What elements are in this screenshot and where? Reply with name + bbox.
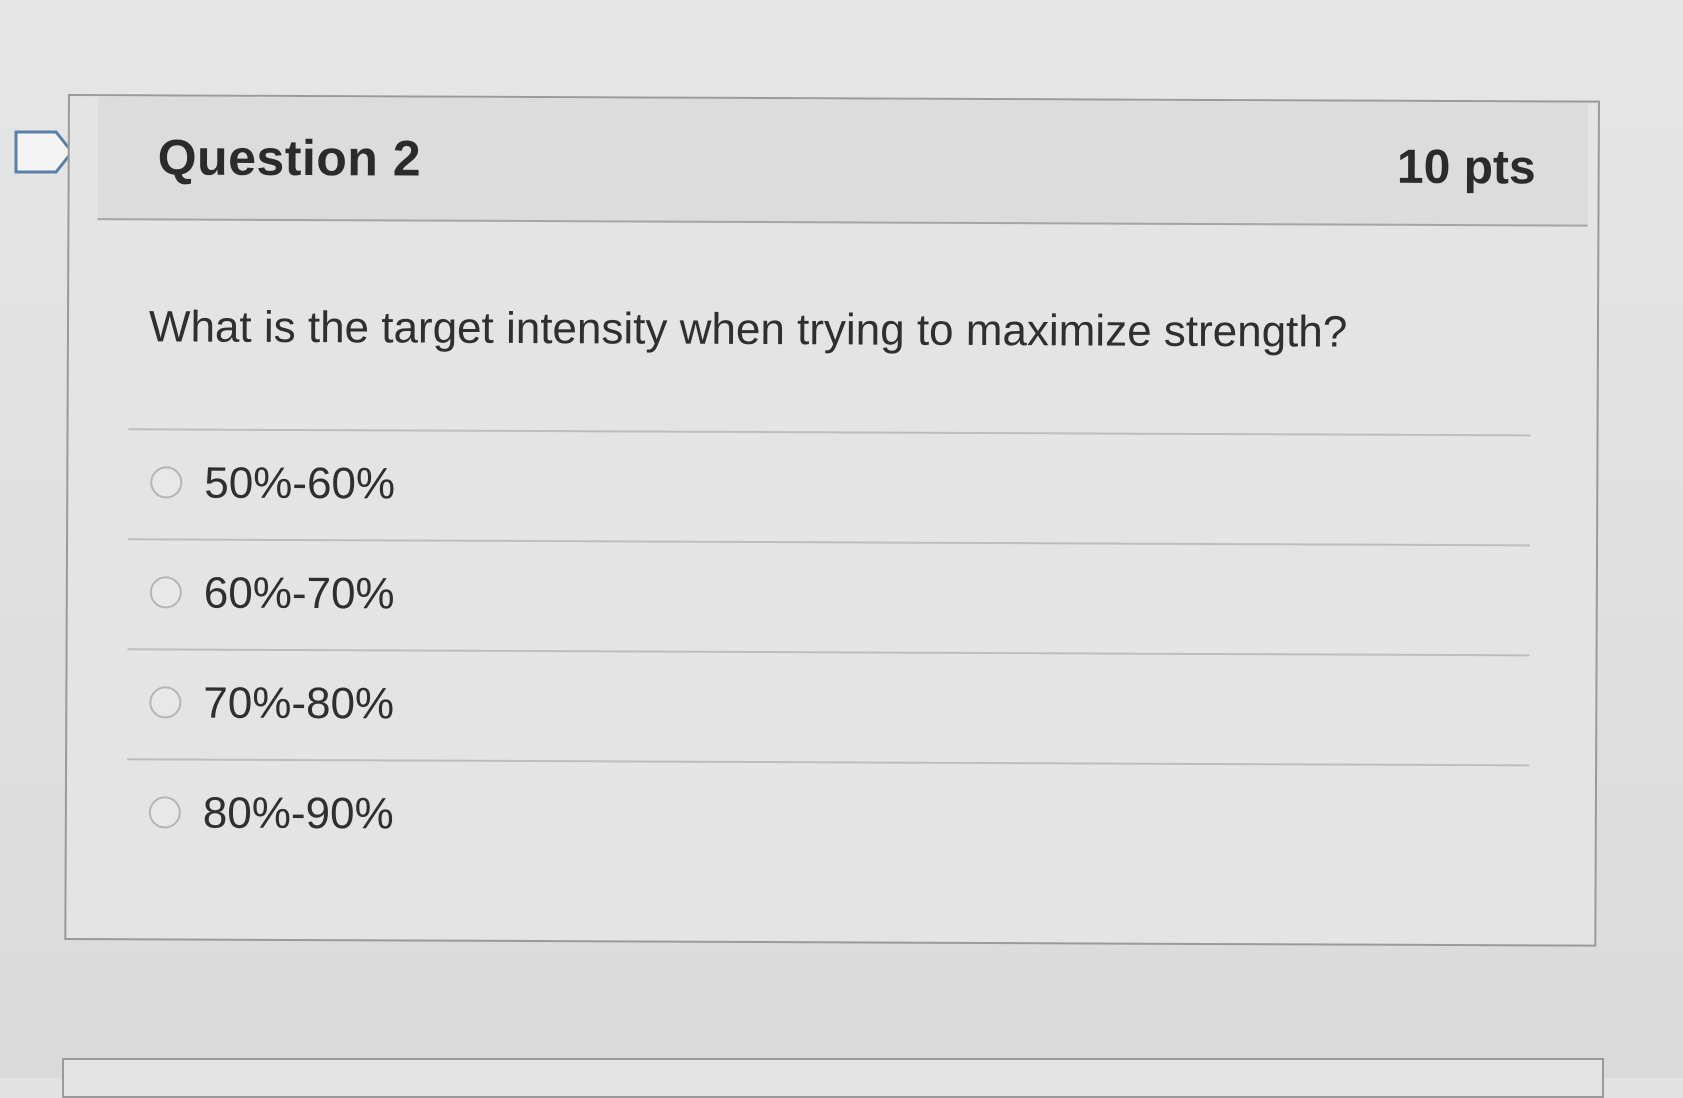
flag-icon[interactable] [14,130,74,174]
answer-list: 50%-60% 60%-70% 70%-80% 80%-90% [126,428,1531,875]
radio-button[interactable] [149,576,182,609]
question-header: Question 2 10 pts [97,96,1588,227]
answer-label: 70%-80% [203,678,395,729]
question-prompt: What is the target intensity when trying… [148,302,1348,357]
radio-button[interactable] [150,466,183,499]
answer-label: 50%-60% [204,458,396,509]
answer-option[interactable]: 60%-70% [127,538,1531,655]
radio-button[interactable] [148,796,181,829]
answer-option[interactable]: 50%-60% [128,428,1531,545]
question-points: 10 pts [1396,140,1536,195]
answer-option[interactable]: 70%-80% [127,648,1530,765]
answer-option[interactable]: 80%-90% [126,758,1530,875]
question-title: Question 2 [157,129,422,187]
radio-button[interactable] [149,686,182,719]
next-question-card [62,1058,1604,1098]
answer-label: 80%-90% [202,788,394,839]
answer-label: 60%-70% [203,568,395,619]
question-card: Question 2 10 pts What is the target int… [64,94,1600,947]
